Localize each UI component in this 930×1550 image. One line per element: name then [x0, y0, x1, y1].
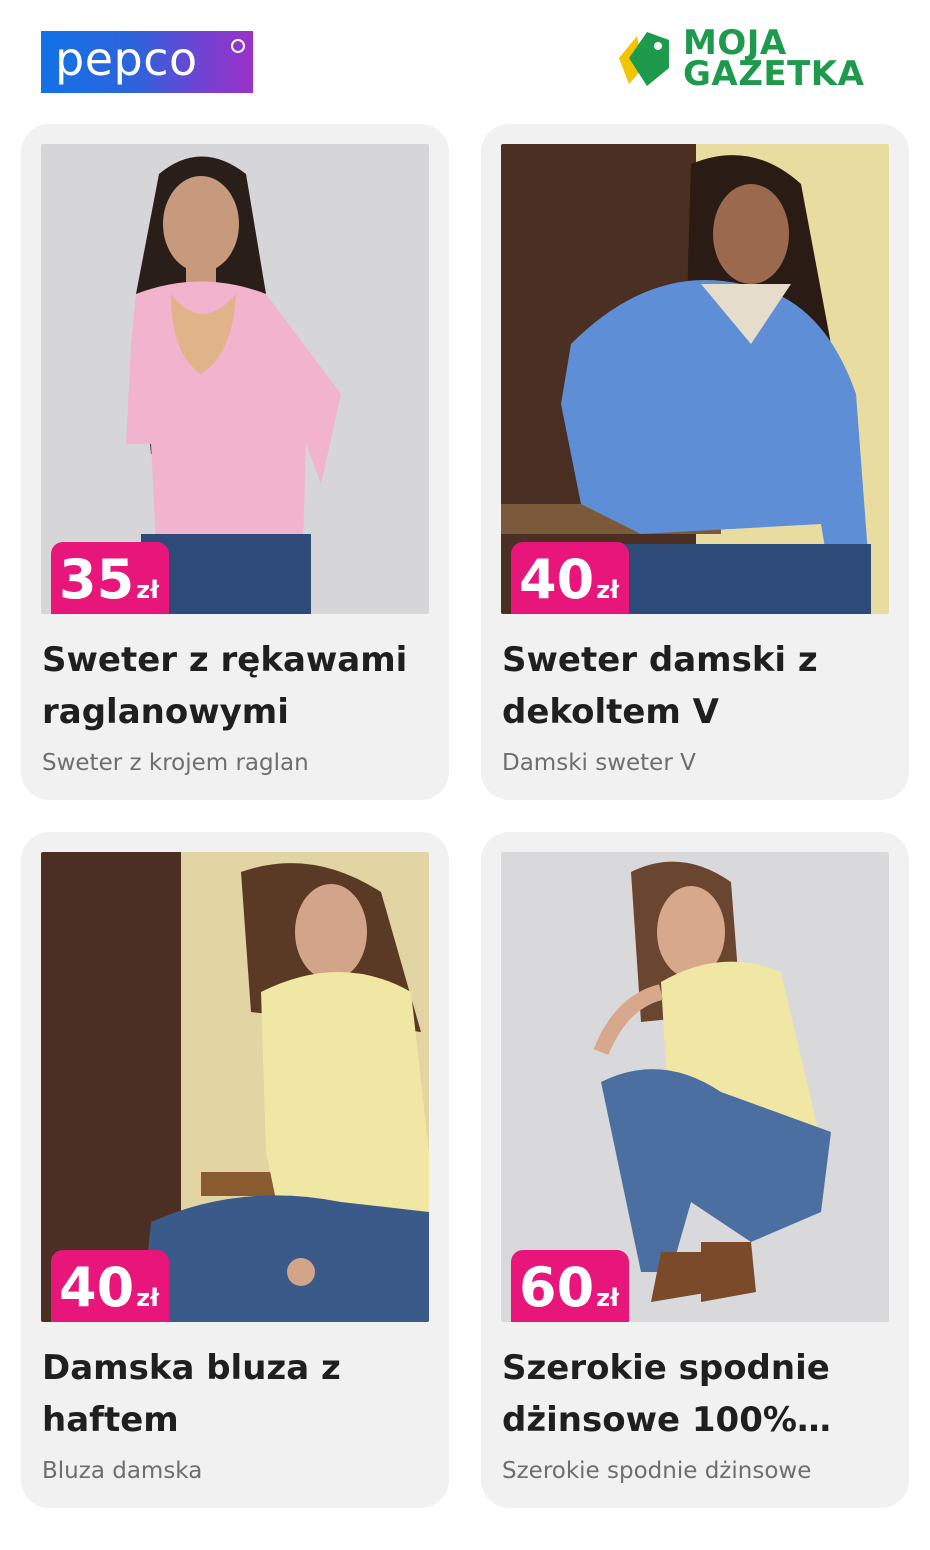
product-subtitle: Bluza damska — [42, 1458, 203, 1484]
product-title[interactable]: Sweter damski z dekoltem V — [502, 634, 882, 738]
product-card[interactable]: 35 zł Sweter z rękawami raglanowymi Swet… — [21, 124, 449, 800]
product-card[interactable]: 40 zł Sweter damski z dekoltem V Damski … — [481, 124, 909, 800]
price-currency: zł — [136, 576, 160, 604]
pepco-wordmark: pepco — [55, 32, 198, 86]
product-card[interactable]: 40 zł Damska bluza z haftem Bluza damska — [21, 832, 449, 1508]
price-value: 40 — [59, 1256, 135, 1319]
product-image[interactable]: 40 zł — [501, 144, 889, 614]
gazetka-text: GAZETKA — [683, 54, 865, 94]
price-value: 40 — [519, 548, 595, 611]
product-subtitle: Sweter z krojem raglan — [42, 750, 309, 776]
product-subtitle: Damski sweter V — [502, 750, 696, 776]
product-image[interactable]: 40 zł — [41, 852, 429, 1322]
product-title[interactable]: Damska bluza z haftem — [42, 1342, 422, 1446]
product-card[interactable]: 60 zł Szerokie spodnie dżinsowe 100% baw… — [481, 832, 909, 1508]
price-badge: 40 zł — [51, 1250, 170, 1322]
price-currency: zł — [136, 1284, 160, 1312]
price-value: 35 — [59, 548, 135, 611]
price-badge: 35 zł — [51, 542, 170, 614]
header: pepco MOJA GAZETKA — [0, 0, 930, 110]
price-badge: 60 zł — [511, 1250, 630, 1322]
product-image[interactable]: 35 zł — [41, 144, 429, 614]
price-currency: zł — [596, 1284, 620, 1312]
product-image[interactable]: 60 zł — [501, 852, 889, 1322]
price-currency: zł — [596, 576, 620, 604]
product-title[interactable]: Szerokie spodnie dżinsowe 100% bawełny — [502, 1342, 882, 1446]
moja-gazetka-wordmark: MOJA GAZETKA — [683, 26, 865, 94]
price-tag-icon — [619, 32, 669, 86]
heart-icon — [231, 39, 245, 53]
moja-gazetka-logo[interactable]: MOJA GAZETKA — [615, 26, 895, 98]
product-title[interactable]: Sweter z rękawami raglanowymi — [42, 634, 422, 738]
price-badge: 40 zł — [511, 542, 630, 614]
price-value: 60 — [519, 1256, 595, 1319]
pepco-logo[interactable]: pepco — [41, 31, 253, 93]
product-subtitle: Szerokie spodnie dżinsowe — [502, 1458, 812, 1484]
